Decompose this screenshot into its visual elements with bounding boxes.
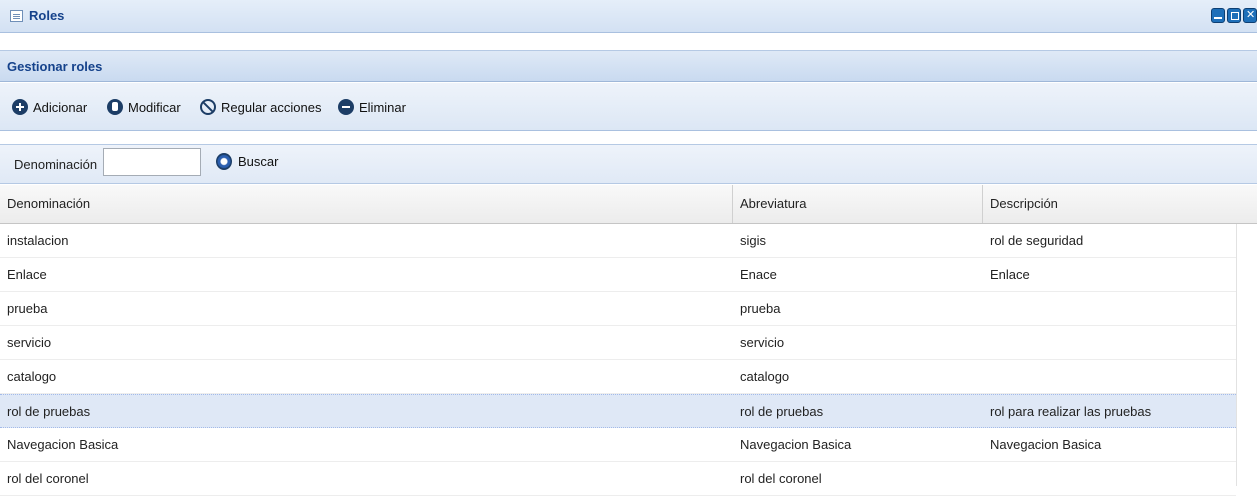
search-circle-icon [216, 153, 232, 170]
panel-title: Gestionar roles [7, 59, 103, 74]
cell-name: Navegacion Basica [7, 437, 119, 452]
ban-circle-icon [200, 99, 216, 115]
cell-description: Enlace [990, 267, 1030, 282]
cell-description [983, 326, 1236, 359]
table-row[interactable]: servicio servicio [0, 326, 1236, 360]
cell-abbreviation: servicio [740, 335, 785, 350]
minimize-icon[interactable] [1211, 8, 1225, 23]
cell-abbreviation: sigis [740, 233, 767, 248]
table-row[interactable]: rol del coronel rol del coronel [0, 462, 1236, 496]
search-label: Denominación [14, 157, 98, 172]
window-titlebar: Roles [0, 0, 1257, 33]
search-input[interactable] [103, 148, 201, 176]
edit-button[interactable]: Modificar [107, 99, 181, 115]
cell-name: rol de pruebas [7, 404, 91, 419]
plus-circle-icon [12, 99, 28, 115]
cell-name: servicio [7, 335, 52, 350]
table-row[interactable]: Enlace Enace Enlace [0, 258, 1236, 292]
edit-button-label: Modificar [128, 99, 181, 115]
cell-abbreviation: rol de pruebas [740, 404, 824, 419]
cell-name: instalacion [7, 233, 69, 248]
table-row[interactable]: instalacion sigis rol de seguridad [0, 224, 1236, 258]
list-icon [10, 10, 23, 22]
cell-description [983, 292, 1236, 325]
close-icon[interactable] [1243, 8, 1257, 23]
add-button[interactable]: Adicionar [12, 99, 87, 115]
window-title: Roles [29, 8, 65, 23]
cell-abbreviation: rol del coronel [740, 471, 822, 486]
toolbar: Adicionar Modificar Regular acciones Eli… [0, 83, 1257, 131]
window-controls [1211, 8, 1257, 23]
column-header-name[interactable]: Denominación [0, 185, 733, 223]
cell-description [983, 360, 1236, 393]
cell-name: catalogo [7, 369, 57, 384]
search-button-label: Buscar [238, 154, 279, 169]
grid-body: instalacion sigis rol de seguridad Enlace En… [0, 224, 1236, 496]
maximize-icon[interactable] [1227, 8, 1241, 23]
regulate-actions-button[interactable]: Regular acciones [200, 99, 321, 115]
cell-abbreviation: catalogo [740, 369, 790, 384]
add-button-label: Adicionar [33, 99, 88, 115]
cell-abbreviation: Enace [740, 267, 777, 282]
delete-button-label: Eliminar [359, 99, 406, 115]
cell-name: Enlace [7, 267, 47, 282]
cell-description: rol de seguridad [990, 233, 1084, 248]
cell-name: rol del coronel [7, 471, 89, 486]
column-header-abbreviation[interactable]: Abreviatura [733, 185, 983, 223]
cell-description [983, 462, 1236, 495]
cell-description: Navegacion Basica [990, 437, 1102, 452]
regulate-actions-label: Regular acciones [221, 99, 322, 115]
table-row[interactable]: prueba prueba [0, 292, 1236, 326]
grid-scroll-area[interactable] [1236, 224, 1257, 486]
search-button[interactable]: Buscar [216, 153, 278, 170]
column-header-description[interactable]: Descripción [983, 185, 1257, 223]
cell-abbreviation: Navegacion Basica [740, 437, 852, 452]
panel-header: Gestionar roles [0, 50, 1257, 82]
table-row[interactable]: rol de pruebas rol de pruebas rol para rea… [0, 394, 1236, 428]
table-row[interactable]: Navegacion Basica Navegacion Basica Navega… [0, 428, 1236, 462]
minus-circle-icon [338, 99, 354, 115]
grid-header: Denominación Abreviatura Descripción [0, 185, 1257, 224]
cell-name: prueba [7, 301, 48, 316]
table-row[interactable]: catalogo catalogo [0, 360, 1236, 394]
cell-abbreviation: prueba [740, 301, 781, 316]
delete-button[interactable]: Eliminar [338, 99, 406, 115]
cell-description: rol para realizar las pruebas [990, 404, 1152, 419]
edit-circle-icon [107, 99, 123, 115]
